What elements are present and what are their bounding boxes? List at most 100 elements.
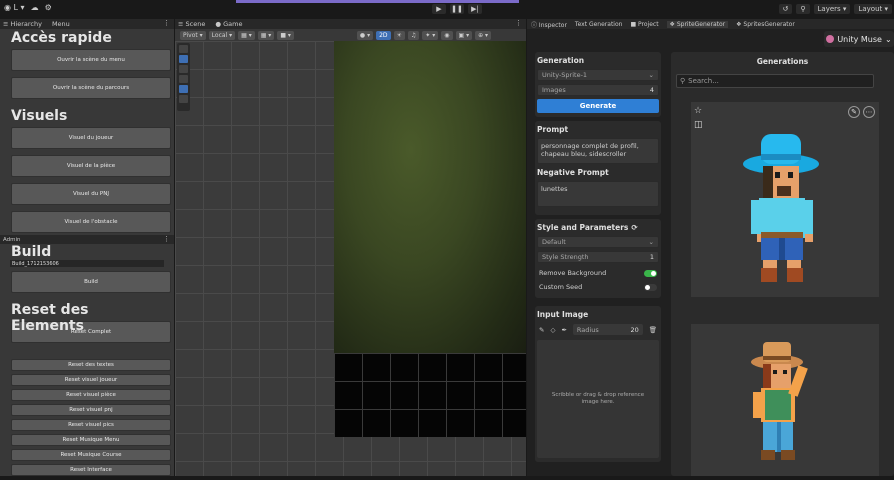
prompt-textarea[interactable]: personnage complet de profil, chapeau bl… bbox=[537, 138, 659, 164]
reset-coin-visual-button[interactable]: Reset visuel pièce bbox=[11, 389, 171, 401]
tab-project[interactable]: ■ Project bbox=[630, 21, 658, 28]
tab-scene[interactable]: ≡ Scene bbox=[178, 20, 205, 28]
player-visual-button[interactable]: Visuel du joueur bbox=[11, 127, 171, 149]
images-count-field[interactable]: Images 4 bbox=[537, 84, 659, 96]
build-title: Build bbox=[11, 244, 52, 260]
reset-texts-button[interactable]: Reset des textes bbox=[11, 359, 171, 371]
lighting-icon[interactable]: ☀ bbox=[393, 30, 405, 40]
search-input[interactable]: ⚲ Search... bbox=[676, 74, 874, 88]
history-icon[interactable]: ↺ bbox=[778, 4, 793, 14]
negative-prompt-textarea[interactable]: lunettes bbox=[537, 181, 659, 207]
npc-visual-button[interactable]: Visuel du PNJ bbox=[11, 183, 171, 205]
step-button[interactable]: ▶| bbox=[468, 4, 482, 14]
tab-spritegenerator[interactable]: ❖ SpriteGenerator bbox=[666, 20, 729, 28]
muse-logo-icon bbox=[826, 35, 835, 43]
reset-interface-button[interactable]: Reset Interface bbox=[11, 464, 171, 476]
layers-dropdown[interactable]: Layers ▾ bbox=[813, 4, 851, 14]
tab-text-generation[interactable]: Text Generation bbox=[575, 21, 623, 28]
right-tools: ↺ ⚲ Layers ▾ Layout ▾ bbox=[778, 4, 892, 14]
increment-icon[interactable]: ■ ▾ bbox=[277, 30, 294, 40]
reset-player-visual-button[interactable]: Reset visuel joueur bbox=[11, 374, 171, 386]
negative-prompt-title: Negative Prompt bbox=[537, 168, 609, 177]
camera-icon[interactable]: ▣ ▾ bbox=[455, 30, 473, 40]
grid-snap-icon[interactable]: ▦ ▾ bbox=[238, 30, 255, 40]
rect-tool-icon[interactable] bbox=[179, 85, 188, 93]
reference-dropzone[interactable]: Scribble or drag & drop reference image … bbox=[537, 340, 659, 458]
build-name-field[interactable]: Build_1712153606 bbox=[10, 260, 164, 267]
remove-background-toggle[interactable] bbox=[644, 269, 657, 277]
generated-sprite-card[interactable]: ☆ ◫ ✎ ⋯ bbox=[691, 102, 879, 297]
chevron-down-icon: ⌄ bbox=[648, 238, 654, 246]
mode-2d-toggle[interactable]: 2D bbox=[376, 30, 391, 40]
star-icon[interactable]: ☆ bbox=[694, 106, 703, 116]
model-dropdown[interactable]: Unity-Sprite-1 ⌄ bbox=[537, 69, 659, 81]
shading-mode-icon[interactable]: ● ▾ bbox=[356, 30, 374, 40]
scene-toolbar: Pivot ▾ Local ▾ ▦ ▾ ▦ ▾ ■ ▾ ● ▾ 2D ☀ ♫ ✦… bbox=[175, 29, 526, 41]
style-strength-field[interactable]: Style Strength 1 bbox=[537, 251, 659, 263]
generation-title: Generation bbox=[537, 56, 585, 65]
admin-more-icon[interactable]: ⋮ bbox=[163, 235, 170, 243]
local-dropdown[interactable]: Local ▾ bbox=[208, 30, 236, 40]
trash-icon[interactable]: 🗑 bbox=[649, 326, 657, 334]
obstacle-visual-button[interactable]: Visuel de l'obstacle bbox=[11, 211, 171, 233]
hand-tool-icon[interactable] bbox=[179, 45, 188, 53]
account-button[interactable]: ◉ L ▾ bbox=[4, 3, 25, 12]
refresh-icon[interactable]: ⟳ bbox=[631, 223, 637, 232]
generate-button[interactable]: Generate bbox=[537, 99, 659, 113]
inspector-tabs: ⓘ Inspector Text Generation ■ Project ❖ … bbox=[527, 19, 894, 29]
reset-npc-visual-button[interactable]: Reset visuel pnj bbox=[11, 404, 171, 416]
audio-icon[interactable]: ♫ bbox=[407, 30, 420, 40]
tab-menu[interactable]: Menu bbox=[52, 20, 70, 28]
hidden-objects-icon[interactable]: ◉ bbox=[441, 30, 453, 40]
more-options-icon[interactable]: ⋯ bbox=[863, 106, 875, 118]
eraser-icon[interactable]: ◇ bbox=[550, 326, 555, 334]
generation-settings: Generation Unity-Sprite-1 ⌄ Images 4 Gener… bbox=[535, 52, 661, 476]
scene-tabs: ≡ Scene ● Game ⋮ bbox=[175, 19, 526, 29]
more-icon[interactable]: ⋮ bbox=[163, 19, 170, 27]
grid-icon[interactable]: ▦ ▾ bbox=[257, 30, 275, 40]
reset-spikes-visual-button[interactable]: Reset visuel pics bbox=[11, 419, 171, 431]
open-course-scene-button[interactable]: Ouvrir la scène du parcours bbox=[11, 77, 171, 99]
reset-menu-music-button[interactable]: Reset Musique Menu bbox=[11, 434, 171, 446]
admin-label: Admin bbox=[3, 236, 21, 243]
open-menu-scene-button[interactable]: Ouvrir la scène du menu bbox=[11, 49, 171, 71]
tab-spritesgenerator[interactable]: ❖ SpritesGenerator bbox=[736, 21, 795, 28]
build-button[interactable]: Build bbox=[11, 271, 171, 293]
tab-game[interactable]: ● Game bbox=[215, 20, 242, 28]
settings-icon[interactable]: ⚙ bbox=[45, 3, 52, 12]
scene-viewport[interactable] bbox=[175, 41, 526, 476]
inspector-panel: ⓘ Inspector Text Generation ■ Project ❖ … bbox=[527, 19, 894, 476]
radius-label: Radius bbox=[576, 325, 599, 334]
pivot-dropdown[interactable]: Pivot ▾ bbox=[180, 30, 206, 40]
custom-seed-row: Custom Seed bbox=[537, 280, 659, 294]
edit-icon[interactable]: ✎ bbox=[848, 106, 860, 118]
radius-field[interactable]: Radius 20 bbox=[572, 324, 643, 335]
search-icon[interactable]: ⚲ bbox=[796, 4, 810, 14]
brush-icon[interactable]: ✎ bbox=[539, 326, 544, 334]
coin-visual-button[interactable]: Visuel de la pièce bbox=[11, 155, 171, 177]
hierarchy-panel: ≡ Hierarchy Menu ⋮ Accès rapide Ouvrir l… bbox=[0, 19, 174, 476]
cloud-icon[interactable]: ☁ bbox=[31, 3, 39, 12]
input-image-title: Input Image bbox=[537, 310, 589, 319]
generated-sprite-card[interactable] bbox=[691, 324, 879, 476]
admin-tab[interactable]: Admin ⋮ bbox=[0, 235, 174, 244]
pause-button[interactable]: ❚❚ bbox=[450, 4, 464, 14]
reset-course-music-button[interactable]: Reset Musique Course bbox=[11, 449, 171, 461]
dislike-icon[interactable]: ◫ bbox=[694, 120, 703, 130]
rotate-tool-icon[interactable] bbox=[179, 65, 188, 73]
gizmos-icon[interactable]: ⊕ ▾ bbox=[475, 30, 492, 40]
play-button[interactable]: ▶ bbox=[432, 4, 446, 14]
scale-tool-icon[interactable] bbox=[179, 75, 188, 83]
effects-icon[interactable]: ✦ ▾ bbox=[422, 30, 439, 40]
move-tool-icon[interactable] bbox=[179, 55, 188, 63]
transform-tool-icon[interactable] bbox=[179, 95, 188, 103]
style-title-text: Style and Parameters bbox=[537, 223, 629, 232]
style-dropdown[interactable]: Default ⌄ bbox=[537, 236, 659, 248]
unity-muse-dropdown[interactable]: Unity Muse ⌄ bbox=[824, 31, 894, 47]
layout-dropdown[interactable]: Layout ▾ bbox=[854, 4, 892, 14]
tab-hierarchy[interactable]: ≡ Hierarchy bbox=[3, 20, 42, 28]
tab-inspector[interactable]: ⓘ Inspector bbox=[531, 20, 567, 29]
scene-more-icon[interactable]: ⋮ bbox=[515, 19, 522, 27]
custom-seed-toggle[interactable] bbox=[644, 283, 657, 291]
eyedropper-icon[interactable]: ✒ bbox=[561, 326, 566, 334]
